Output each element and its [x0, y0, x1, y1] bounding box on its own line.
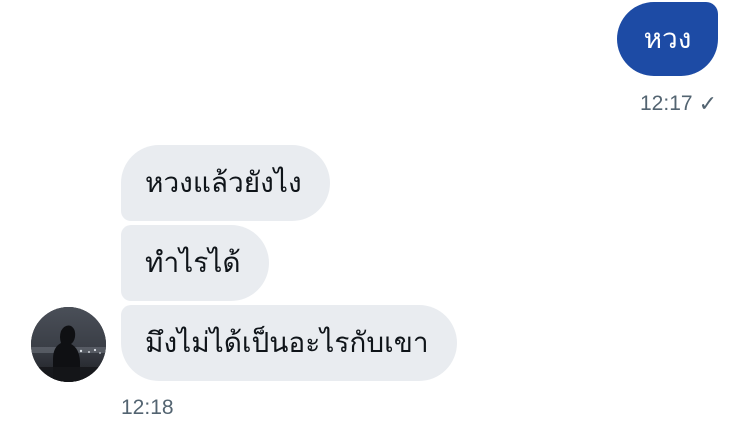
- sent-message-meta: 12:17 ✓: [640, 91, 717, 117]
- received-message-bubble[interactable]: ทำไรได้: [121, 225, 269, 301]
- received-message-bubble[interactable]: มึงไม่ได้เป็นอะไรกับเขา: [121, 305, 457, 381]
- user-avatar[interactable]: [31, 307, 106, 382]
- received-message-text: หวงแล้วยังไง: [145, 166, 302, 199]
- checkmark-icon: ✓: [698, 91, 717, 116]
- received-message-text: มึงไม่ได้เป็นอะไรกับเขา: [145, 326, 429, 359]
- received-message-text: ทำไรได้: [145, 246, 241, 279]
- sent-message-bubble[interactable]: หวง: [617, 2, 718, 76]
- sent-message-text: หวง: [643, 22, 692, 55]
- avatar-photo: [31, 307, 106, 382]
- received-message-time: 12:18: [121, 396, 174, 419]
- received-message-bubble[interactable]: หวงแล้วยังไง: [121, 145, 330, 221]
- sent-message-time: 12:17: [640, 92, 693, 115]
